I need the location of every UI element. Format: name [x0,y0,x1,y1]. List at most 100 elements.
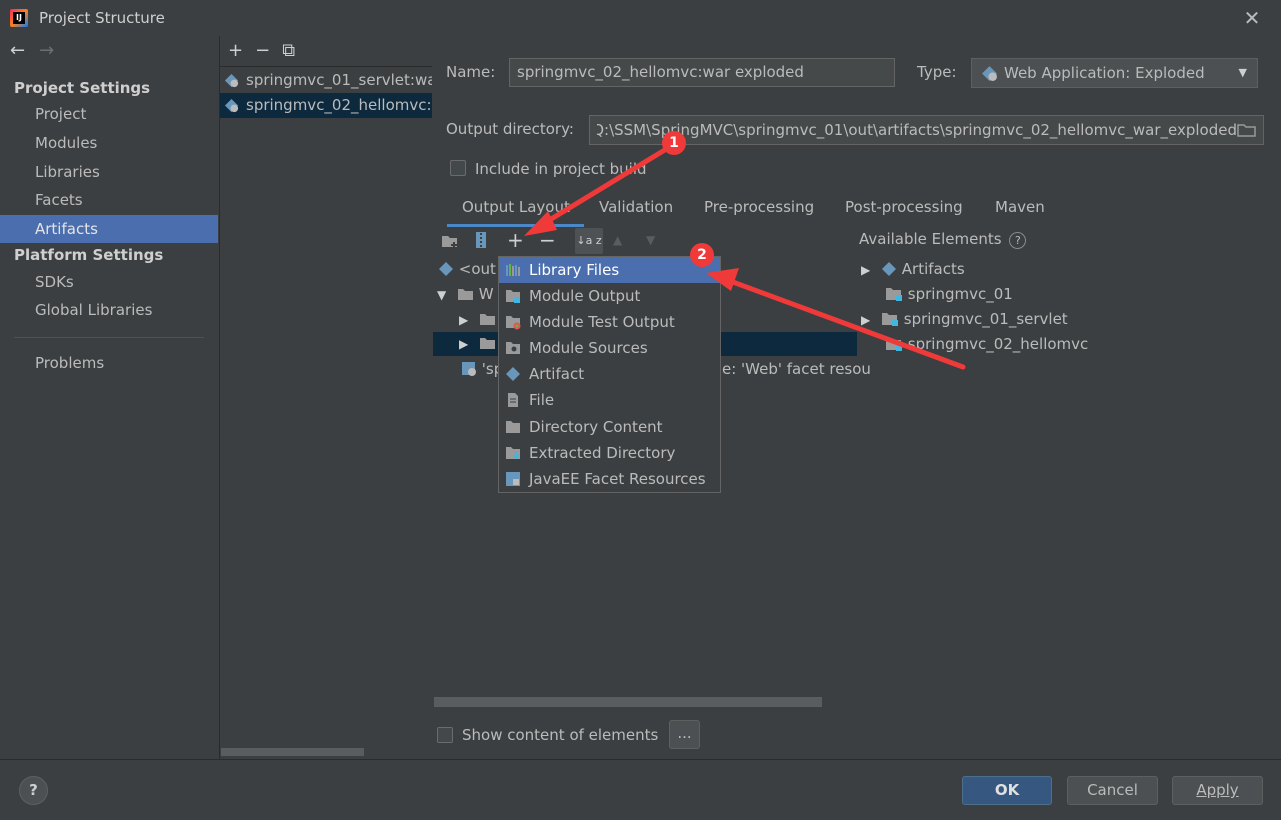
create-archive-icon[interactable] [474,231,488,249]
menu-item-extracted-directory[interactable]: Extracted Directory [499,440,720,466]
menu-item-module-test-output[interactable]: Module Test Output [499,309,720,335]
nav-item-artifacts[interactable]: Artifacts [0,215,218,243]
name-label: Name: [446,63,496,81]
active-tab-indicator [447,224,584,227]
sort-elements-icon[interactable]: ↓a z [575,228,603,254]
tree-row-facet[interactable]: 'sp [461,357,503,382]
nav-item-global-libraries[interactable]: Global Libraries [0,296,218,324]
help-button[interactable]: ? [19,776,48,805]
nav-item-sdks[interactable]: SDKs [0,268,218,296]
available-item-label: Artifacts [901,260,965,278]
list-item-label: springmvc_02_hellomvc:w [246,96,432,114]
nav-item-project[interactable]: Project [0,100,218,128]
tree-row-child[interactable]: ▶ [459,307,496,332]
nav-divider [14,337,204,338]
include-in-build-checkbox[interactable] [450,160,466,176]
menu-item-module-output[interactable]: Module Output [499,283,720,309]
copy-artifact-icon[interactable]: ⧉ [282,40,295,61]
output-directory-value: Q:\SSM\SpringMVC\springmvc_01\out\artifa… [597,121,1237,139]
menu-item-library-files[interactable]: Library Files [499,257,720,283]
ok-button[interactable]: OK [962,776,1052,805]
expand-icon[interactable]: ▶ [459,337,468,351]
expand-icon[interactable]: ▶ [861,263,870,277]
type-label: Type: [917,63,957,81]
available-item[interactable]: springmvc_01 [885,282,1013,307]
nav-item-problems[interactable]: Problems [0,349,218,377]
add-element-popup-menu: Library Files Module Output Module Test … [498,256,721,493]
artifact-war-icon [224,98,239,113]
close-icon[interactable]: ✕ [1240,6,1264,30]
web-app-icon [982,66,997,81]
tab-pre-processing[interactable]: Pre-processing [704,198,814,216]
horizontal-scrollbar[interactable] [221,748,364,756]
add-element-icon[interactable]: + [507,228,524,252]
horizontal-scrollbar[interactable] [434,697,822,707]
type-select-value: Web Application: Exploded [1004,64,1205,82]
module-icon [882,313,899,326]
expand-icon[interactable]: ▶ [459,313,468,327]
artifact-icon [506,367,520,381]
menu-item-directory-content[interactable]: Directory Content [499,414,720,440]
tree-row-root[interactable]: <out [438,257,496,282]
list-item[interactable]: springmvc_01_servlet:war [220,68,432,93]
tree-row-child[interactable]: ▶ [459,331,496,356]
javaee-facet-icon [506,472,520,486]
name-field[interactable]: springmvc_02_hellomvc:war exploded [509,58,895,87]
menu-item-label: Artifact [529,365,585,383]
create-directory-icon[interactable] [441,233,459,249]
apply-button[interactable]: Apply [1172,776,1263,805]
available-item[interactable]: springmvc_02_hellomvc [885,332,1088,357]
remove-artifact-icon[interactable]: − [255,40,270,61]
tree-row-web-inf[interactable]: ▼ W [437,282,494,307]
help-icon[interactable]: ? [1009,232,1027,249]
library-icon [506,264,520,276]
move-up-icon[interactable]: ▲ [613,233,622,247]
artifact-icon [882,262,897,276]
list-item[interactable]: springmvc_02_hellomvc:w [220,93,432,118]
available-elements-heading: Available Elements ? [859,230,1027,249]
menu-item-module-sources[interactable]: Module Sources [499,335,720,361]
browse-folder-icon[interactable] [1237,122,1257,138]
collapse-icon[interactable]: ▼ [437,288,446,302]
remove-element-icon[interactable]: − [539,228,556,252]
forward-arrow-icon[interactable]: → [39,40,54,61]
cancel-button[interactable]: Cancel [1067,776,1158,805]
move-down-icon[interactable]: ▼ [646,233,655,247]
available-item[interactable]: ▶ Artifacts [861,257,965,282]
available-item[interactable]: ▶ springmvc_01_servlet [861,307,1068,332]
available-elements-title: Available Elements [859,230,1002,248]
tab-post-processing[interactable]: Post-processing [845,198,963,216]
available-item-label: springmvc_02_hellomvc [907,335,1089,353]
expand-icon[interactable]: ▶ [861,313,870,327]
type-select[interactable]: Web Application: Exploded ▼ [971,58,1258,88]
artifact-war-icon [224,73,239,88]
intellij-logo-icon: IJ [10,9,28,27]
show-content-label: Show content of elements [462,726,659,744]
menu-item-label: Library Files [529,261,620,279]
nav-item-libraries[interactable]: Libraries [0,158,218,186]
tab-validation[interactable]: Validation [599,198,673,216]
available-item-label: springmvc_01_servlet [903,310,1068,328]
add-artifact-icon[interactable]: + [228,40,243,61]
menu-item-artifact[interactable]: Artifact [499,361,720,387]
nav-history: ← → [10,40,54,61]
show-content-checkbox[interactable] [437,727,453,743]
annotation-badge-2: 2 [690,243,714,267]
tab-maven[interactable]: Maven [995,198,1045,216]
back-arrow-icon[interactable]: ← [10,40,25,61]
module-output-icon [506,290,520,303]
output-directory-field[interactable]: Q:\SSM\SpringMVC\springmvc_01\out\artifa… [589,115,1264,145]
menu-item-file[interactable]: File [499,387,720,413]
nav-item-facets[interactable]: Facets [0,186,218,214]
extracted-directory-icon [506,447,520,460]
nav-item-modules[interactable]: Modules [0,129,218,157]
menu-item-javaee-facet-resources[interactable]: JavaEE Facet Resources [499,466,720,492]
ellipsis-button[interactable]: ... [669,720,700,749]
tab-output-layout[interactable]: Output Layout [462,198,570,216]
folder-icon [480,314,496,325]
menu-item-label: Extracted Directory [529,444,676,462]
artifact-icon [439,262,453,276]
chevron-down-icon: ▼ [1238,66,1247,79]
title-bar [0,0,1281,36]
module-icon [886,338,902,351]
